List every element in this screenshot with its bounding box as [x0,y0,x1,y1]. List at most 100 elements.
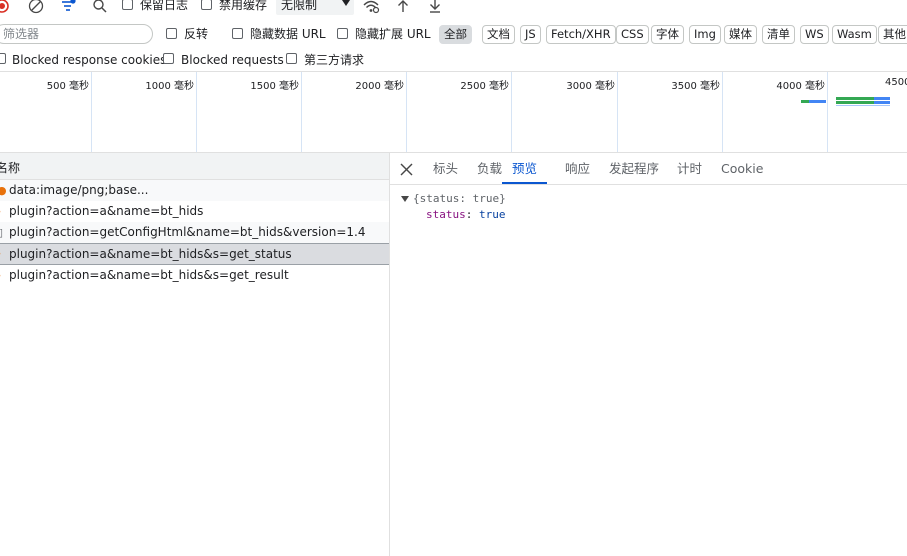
tab-response[interactable]: 响应 [565,153,590,184]
blocked-options-bar: Blocked response cookies Blocked request… [0,48,907,70]
xhr-request-icon: ⟩ [0,244,1,264]
search-icon[interactable] [92,0,108,16]
timeline-request-bar [836,105,890,106]
request-name: plugin?action=a&name=bt_hids&s=get_statu… [9,247,292,261]
document-request-icon: ▯ [0,226,4,239]
request-row[interactable]: ▯ plugin?action=getConfigHtml&name=bt_hi… [0,222,389,243]
timeline-overview[interactable]: 500 毫秒 1000 毫秒 1500 毫秒 2000 毫秒 2500 毫秒 3… [0,71,907,153]
hide-extension-urls-checkbox[interactable] [337,28,348,39]
close-icon[interactable] [399,162,414,177]
import-icon[interactable] [395,0,411,16]
request-name: data:image/png;base... [9,183,149,197]
filter-bar: 反转 隐藏数据 URL 隐藏扩展 URL 全部 文档 JS Fetch/XHR … [0,20,907,48]
request-name: plugin?action=getConfigHtml&name=bt_hids… [9,225,366,239]
timeline-grid-line [827,72,828,152]
timeline-request-bar [801,100,809,103]
request-row-selected[interactable]: ⟩ plugin?action=a&name=bt_hids&s=get_sta… [0,243,389,265]
tab-cookies[interactable]: Cookie [721,153,763,184]
export-icon[interactable] [427,0,443,16]
third-party-label: 第三方请求 [304,53,365,67]
request-name: plugin?action=a&name=bt_hids [9,204,204,218]
request-row[interactable]: ● data:image/png;base... [0,180,389,201]
type-chip-all[interactable]: 全部 [439,25,472,44]
third-party-checkbox[interactable] [286,53,297,64]
tab-preview[interactable]: 预览 [502,153,548,184]
blocked-requests-checkbox[interactable] [163,53,174,64]
type-chip-font[interactable]: 字体 [651,25,684,44]
timeline-tick-label: 4000 毫秒 [776,81,825,92]
invert-checkbox[interactable] [166,28,177,39]
type-chip-manifest[interactable]: 清单 [762,25,795,44]
hide-data-urls-checkbox[interactable] [232,28,243,39]
tab-payload[interactable]: 负载 [477,153,502,184]
image-request-icon: ● [0,184,7,197]
timeline-request-bar [874,101,890,104]
invert-label: 反转 [184,27,209,41]
blocked-requests-label: Blocked requests [181,53,284,67]
timeline-grid-line [196,72,197,152]
xhr-request-icon: ⟩ [0,265,1,286]
timeline-tick-label: 1000 毫秒 [145,81,194,92]
network-conditions-icon[interactable] [362,0,380,16]
timeline-grid-line [722,72,723,152]
disable-cache-checkbox[interactable] [201,0,212,10]
type-chip-js[interactable]: JS [520,25,541,44]
network-toolbar: 保留日志 禁用缓存 无限制 [0,0,907,16]
hide-data-urls-label: 隐藏数据 URL [250,27,326,41]
timeline-grid-line [617,72,618,152]
column-header-name[interactable]: 名称 [0,153,389,180]
property-value: true [479,208,506,221]
type-chip-wasm[interactable]: Wasm [832,25,877,44]
blocked-cookies-checkbox[interactable] [0,53,6,64]
filter-input[interactable] [0,24,153,44]
timeline-tick-label: 1500 毫秒 [250,81,299,92]
blocked-cookies-label: Blocked response cookies [12,53,167,67]
expand-triangle-icon[interactable] [401,196,409,202]
timeline-tick-label: 3500 毫秒 [671,81,720,92]
tab-initiator[interactable]: 发起程序 [609,153,659,184]
property-key: status [426,208,466,221]
chevron-down-icon [342,0,350,6]
request-row[interactable]: ⟩ plugin?action=a&name=bt_hids&s=get_res… [0,265,389,286]
hide-extension-urls-label: 隐藏扩展 URL [355,27,431,41]
request-list: 名称 ● data:image/png;base... ⟩ plugin?act… [0,153,389,556]
timeline-tick-label: 500 毫秒 [46,81,89,92]
tab-timing[interactable]: 计时 [677,153,702,184]
tab-headers[interactable]: 标头 [433,153,458,184]
request-name: plugin?action=a&name=bt_hids&s=get_resul… [9,268,289,282]
timeline-tick-label: 2500 毫秒 [460,81,509,92]
details-tab-bar: 标头 负载 预览 响应 发起程序 计时 Cookie [390,153,907,185]
type-chip-media[interactable]: 媒体 [724,25,757,44]
timeline-grid-line [406,72,407,152]
timeline-grid-line [511,72,512,152]
type-chip-doc[interactable]: 文档 [482,25,515,44]
timeline-request-bar [809,100,826,103]
column-header-label: 名称 [0,161,21,175]
timeline-request-bar [874,97,890,100]
record-stop-icon[interactable] [0,0,10,16]
type-chip-other[interactable]: 其他 [878,25,907,44]
timeline-tick-label: 2000 毫秒 [355,81,404,92]
clear-icon[interactable] [28,0,44,16]
disable-cache-label: 禁用缓存 [219,0,268,12]
property-separator: : [465,208,479,221]
type-chip-ws[interactable]: WS [800,25,829,44]
timeline-tick-label: 4500 [885,77,907,88]
object-summary[interactable]: {status: true} [413,192,506,205]
object-property: status: true [426,208,506,221]
timeline-request-bar [836,97,874,100]
timeline-grid-line [301,72,302,152]
preserve-log-checkbox[interactable] [122,0,133,10]
throttling-value: 无限制 [281,0,318,12]
request-row[interactable]: ⟩ plugin?action=a&name=bt_hids [0,201,389,222]
type-chip-img[interactable]: Img [689,25,721,44]
type-chip-css[interactable]: CSS [616,25,649,44]
type-chip-fetch-xhr[interactable]: Fetch/XHR [546,25,616,44]
preview-panel: {status: true} status: true [390,186,907,556]
throttling-select[interactable]: 无限制 [276,0,354,15]
timeline-tick-label: 3000 毫秒 [566,81,615,92]
preserve-log-label: 保留日志 [140,0,189,12]
xhr-request-icon: ⟩ [0,201,1,222]
timeline-grid-line [91,72,92,152]
filter-icon[interactable] [60,0,76,16]
